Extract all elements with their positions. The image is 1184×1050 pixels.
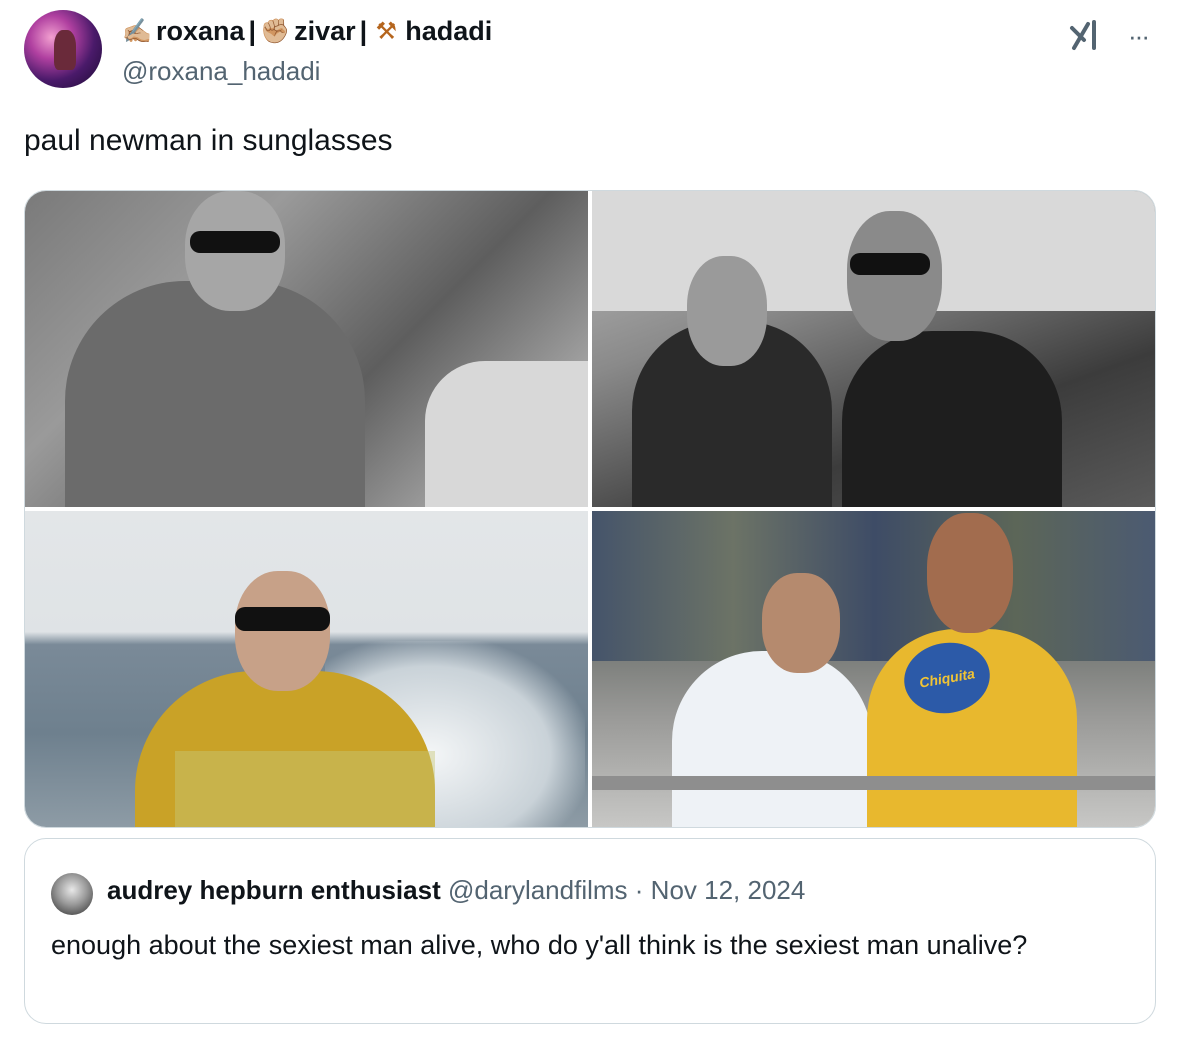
more-options-button[interactable]: ··· xyxy=(1118,16,1158,56)
author-handle[interactable]: @roxana_hadadi xyxy=(122,56,320,87)
author-display-name[interactable]: ✍🏼 roxana | ✊🏼 zivar | ⚒ hadadi xyxy=(122,16,492,47)
name-part-zivar: zivar xyxy=(294,16,356,46)
name-part-hadadi: hadadi xyxy=(405,16,493,46)
photo-shape xyxy=(842,331,1062,507)
photo-shape xyxy=(235,571,330,691)
grok-icon-svg xyxy=(1070,20,1096,50)
meta-separator: · xyxy=(634,875,644,905)
quoted-author-name[interactable]: audrey hepburn enthusiast xyxy=(107,875,441,905)
photo-shape xyxy=(190,231,280,253)
tweet-header: ✍🏼 roxana | ✊🏼 zivar | ⚒ hadadi @roxana_… xyxy=(24,10,1160,90)
name-separator: | xyxy=(248,16,257,46)
photo-shape xyxy=(762,573,840,673)
media-grid: Chiquita xyxy=(24,190,1156,828)
quoted-tweet-header: audrey hepburn enthusiast @darylandfilms… xyxy=(107,873,805,907)
quoted-author-avatar[interactable] xyxy=(51,873,93,915)
photo-shape xyxy=(592,511,1155,661)
photo-shape xyxy=(65,281,365,507)
photo-shape xyxy=(175,751,435,827)
writing-hand-emoji-icon: ✍🏼 xyxy=(122,17,152,45)
quoted-tweet-text: enough about the sexiest man alive, who … xyxy=(51,930,1028,960)
photo-shape xyxy=(927,513,1013,633)
photo-shape xyxy=(850,253,930,275)
quoted-tweet-date[interactable]: Nov 12, 2024 xyxy=(651,875,806,905)
photo-suits-microphone[interactable] xyxy=(592,191,1155,507)
photo-shape xyxy=(687,256,767,366)
photo-shape xyxy=(592,776,1155,790)
photo-shape xyxy=(425,361,588,507)
photo-shape xyxy=(672,651,872,827)
quoted-author-handle[interactable]: @darylandfilms xyxy=(448,875,628,905)
photo-racing-driver[interactable] xyxy=(25,191,588,507)
photo-shape xyxy=(847,211,942,341)
name-part-roxana: roxana xyxy=(156,16,245,46)
name-separator: | xyxy=(359,16,368,46)
quoted-tweet[interactable]: audrey hepburn enthusiast @darylandfilms… xyxy=(24,838,1156,1024)
grok-icon[interactable] xyxy=(1066,16,1106,56)
raised-fist-emoji-icon: ✊🏼 xyxy=(260,17,291,45)
tweet-text: paul newman in sunglasses xyxy=(24,124,393,157)
hammer-pick-emoji-icon: ⚒ xyxy=(375,17,397,45)
photo-boat-raincoat[interactable] xyxy=(25,511,588,827)
photo-grandstand[interactable]: Chiquita xyxy=(592,511,1155,827)
author-avatar[interactable] xyxy=(24,10,102,88)
photo-shape xyxy=(235,607,330,631)
